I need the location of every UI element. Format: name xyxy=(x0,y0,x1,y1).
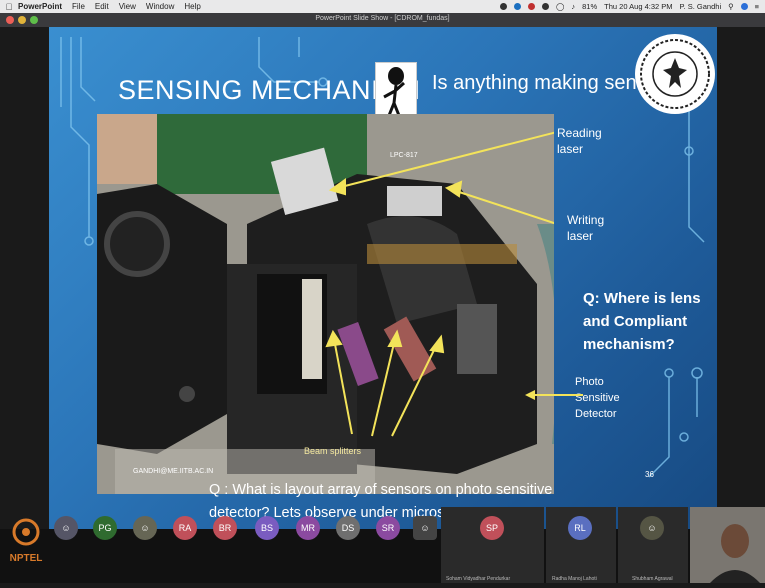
participant-avatar-sr[interactable]: SR xyxy=(376,516,400,540)
participant-avatar-bs[interactable]: BS xyxy=(255,516,279,540)
user-name[interactable]: P. S. Gandhi xyxy=(680,2,722,11)
control-center-icon[interactable]: ≡ xyxy=(755,2,759,11)
participant-name-sp: Soham Vidyadhar Pendurkar xyxy=(446,576,511,582)
menu-app-name[interactable]: PowerPoint xyxy=(18,2,62,11)
participant-photo-2[interactable]: ☺ xyxy=(133,516,157,540)
page-number: 36 xyxy=(645,470,654,479)
participant-name-sa: Shubham Agrawal xyxy=(632,576,673,582)
participant-avatar-br[interactable]: BR xyxy=(213,516,237,540)
presenter-video[interactable] xyxy=(690,507,765,583)
participant-photo-sa[interactable]: ☺ xyxy=(640,516,664,540)
email-text: GANDHI@ME.IITB.AC.IN xyxy=(133,468,214,475)
slide: SENSING MECHANISM Is anything making sen… xyxy=(49,27,717,529)
wifi-icon[interactable]: ◯ xyxy=(556,2,564,11)
status-icon-1[interactable] xyxy=(499,3,507,10)
status-icon-2[interactable] xyxy=(513,3,521,10)
datetime[interactable]: Thu 20 Aug 4:32 PM xyxy=(604,2,672,11)
status-area: ◯ ♪ 81% Thu 20 Aug 4:32 PM P. S. Gandhi … xyxy=(499,0,759,13)
participant-avatar-mr[interactable]: MR xyxy=(296,516,320,540)
reading-laser-label: Reading laser xyxy=(557,126,602,156)
menu-window[interactable]: Window xyxy=(146,2,174,11)
participant-photo-3[interactable]: ☺ xyxy=(413,516,437,540)
participant-avatar-sp[interactable]: SP xyxy=(480,516,504,540)
menu-help[interactable]: Help xyxy=(184,2,200,11)
status-icon-4[interactable] xyxy=(541,3,549,10)
battery-level[interactable]: 81% xyxy=(582,2,597,11)
nptel-text: NPTEL xyxy=(9,553,43,564)
participant-avatar-rl[interactable]: RL xyxy=(568,516,592,540)
participant-name-rl: Radha Manoj Lahoti xyxy=(552,576,597,582)
search-icon[interactable]: ⚲ xyxy=(728,2,734,11)
iitb-logo-icon xyxy=(635,34,715,114)
chip-label: LPC-817 xyxy=(390,152,418,159)
photo-detector-arrow xyxy=(525,390,583,400)
annotation-arrows xyxy=(325,131,554,437)
nptel-logo: NPTEL xyxy=(6,518,46,566)
menu-edit[interactable]: Edit xyxy=(95,2,109,11)
writing-laser-label: Writing laser xyxy=(567,213,605,243)
menu-view[interactable]: View xyxy=(119,2,136,11)
participant-avatar-ds[interactable]: DS xyxy=(336,516,360,540)
volume-icon[interactable]: ♪ xyxy=(571,2,575,11)
optical-pickup-photo: LPC-817 xyxy=(97,114,554,494)
window-title: PowerPoint Slide Show - [CDROM_fundas] xyxy=(315,15,450,22)
beam-splitters-label: Beam splitters xyxy=(304,446,362,456)
participant-avatar-ra[interactable]: RA xyxy=(173,516,197,540)
macos-menubar:  PowerPoint File Edit View Window Help … xyxy=(0,0,765,13)
status-icon-3[interactable] xyxy=(527,3,535,10)
window-titlebar: PowerPoint Slide Show - [CDROM_fundas] xyxy=(0,13,765,27)
participant-photo-1[interactable]: ☺ xyxy=(54,516,78,540)
lens-question: Q: Where is lens and Compliant mechanism… xyxy=(583,290,701,353)
participant-avatar-pg[interactable]: PG xyxy=(93,516,117,540)
apple-icon[interactable]:  xyxy=(0,2,18,12)
menu-file[interactable]: File xyxy=(72,2,85,11)
siri-icon[interactable] xyxy=(740,3,748,10)
